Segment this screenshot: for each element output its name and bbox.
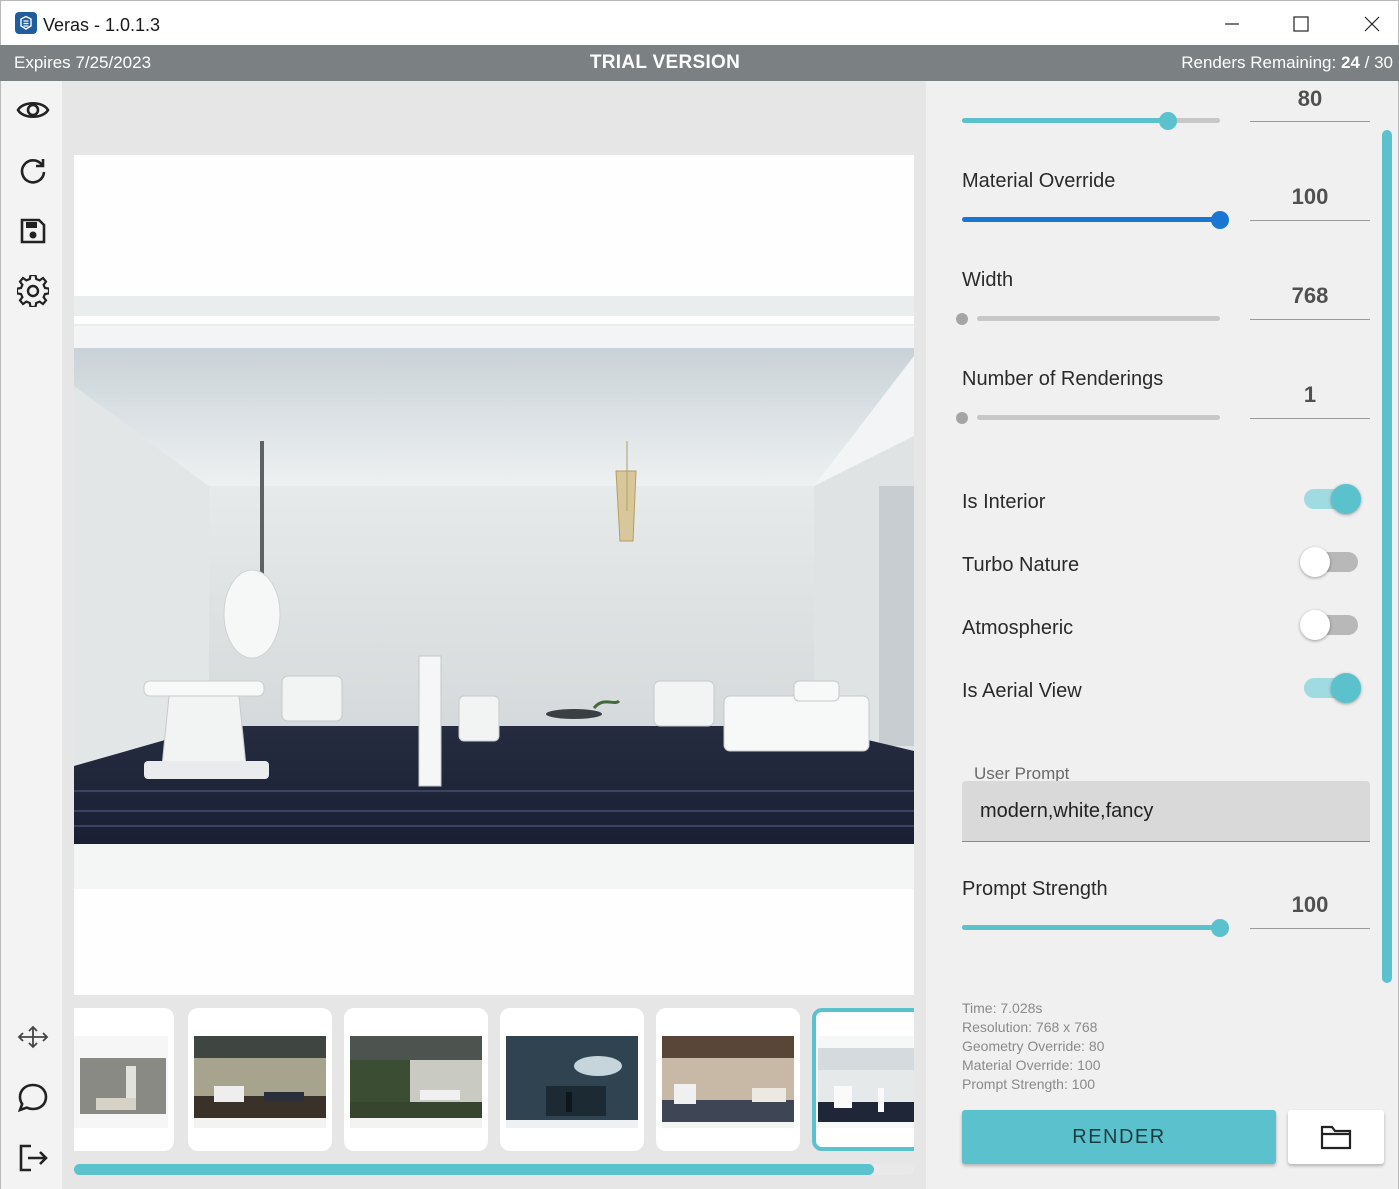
logout-icon [19, 1144, 48, 1172]
num-renderings-handle[interactable] [956, 412, 968, 424]
num-renderings-track[interactable] [977, 415, 1220, 420]
maximize-icon [1293, 15, 1309, 32]
width-value[interactable]: 768 [1250, 283, 1370, 309]
horizontal-scrollbar-thumb[interactable] [74, 1164, 874, 1175]
eye-icon [16, 101, 50, 119]
toggle-label-turbo-nature: Turbo Nature [962, 554, 1080, 576]
trial-banner: Expires 7/25/2023 TRIAL VERSION Renders … [0, 45, 1399, 81]
toggle-label-atmospheric: Atmospheric [962, 617, 1074, 639]
window-title: Veras - 1.0.1.3 [43, 15, 161, 35]
vertical-scrollbar[interactable] [1382, 130, 1392, 983]
num-renderings-value[interactable]: 1 [1250, 382, 1370, 408]
geometry-override-value[interactable]: 80 [1250, 86, 1370, 112]
renders-separator: / [1364, 53, 1370, 72]
render-button[interactable]: RENDER [962, 1110, 1276, 1164]
atmospheric-toggle-knob[interactable] [1300, 610, 1330, 640]
material-override-fill [962, 217, 1220, 222]
logout-button[interactable] [15, 1140, 51, 1176]
stat-time: Time: 7.028s [962, 1000, 1043, 1016]
left-sidebar [0, 81, 62, 1189]
rendered-interior-image [74, 296, 914, 889]
stat-resolution: Resolution: 768 x 768 [962, 1019, 1098, 1035]
gear-icon [17, 275, 49, 307]
num-renderings-underline [1250, 418, 1370, 419]
renders-remaining: Renders Remaining: 24 / 30 [1181, 53, 1393, 73]
save-icon [20, 218, 46, 244]
view-button[interactable] [15, 92, 51, 128]
minimize-icon [1225, 22, 1239, 25]
chat-icon [17, 1083, 48, 1113]
refresh-icon [20, 159, 46, 184]
chat-button[interactable] [15, 1080, 51, 1116]
render-preview[interactable] [74, 155, 914, 995]
is-interior-toggle-knob[interactable] [1331, 484, 1361, 514]
thumbnail-image [350, 1036, 482, 1128]
thumbnail-3[interactable] [344, 1008, 488, 1151]
thumbnail-2[interactable] [188, 1008, 332, 1151]
move-button[interactable] [15, 1019, 51, 1055]
folder-icon [1320, 1125, 1352, 1150]
open-folder-button[interactable] [1288, 1110, 1384, 1164]
maximize-button[interactable] [1266, 1, 1336, 46]
stat-material-override: Material Override: 100 [962, 1057, 1101, 1073]
thumbnail-image [194, 1036, 326, 1128]
renders-total: 30 [1374, 53, 1393, 72]
renders-remaining-label: Renders Remaining: [1181, 53, 1337, 72]
material-override-underline [1250, 220, 1370, 221]
width-label: Width [962, 269, 1014, 291]
thumbnail-image [506, 1036, 638, 1128]
geometry-override-underline [1250, 121, 1370, 122]
toggle-label-is-interior: Is Interior [962, 491, 1046, 513]
width-underline [1250, 319, 1370, 320]
window-titlebar: Veras - 1.0.1.3 [0, 0, 1399, 45]
prompt-strength-value[interactable]: 100 [1250, 892, 1370, 918]
thumbnail-5[interactable] [656, 1008, 800, 1151]
user-prompt-value: modern,white,fancy [980, 800, 1154, 822]
width-track[interactable] [977, 316, 1220, 321]
prompt-strength-fill [962, 925, 1220, 930]
thumbnail-image [74, 1036, 168, 1128]
turbo-nature-toggle-knob[interactable] [1300, 547, 1330, 577]
prompt-strength-underline [1250, 928, 1370, 929]
thumbnail-4[interactable] [500, 1008, 644, 1151]
material-override-handle[interactable] [1211, 211, 1229, 229]
render-history-strip [74, 1008, 914, 1153]
minimize-button[interactable] [1197, 1, 1267, 46]
material-override-value[interactable]: 100 [1250, 184, 1370, 210]
material-override-label: Material Override [962, 170, 1116, 192]
geometry-override-fill [962, 118, 1168, 123]
user-prompt-input[interactable]: modern,white,fancy [962, 781, 1370, 842]
stat-prompt-strength: Prompt Strength: 100 [962, 1076, 1096, 1092]
save-button[interactable] [15, 213, 51, 249]
app-logo-icon [15, 12, 37, 34]
geometry-override-handle[interactable] [1159, 112, 1177, 130]
thumbnail-6-selected[interactable] [812, 1008, 914, 1151]
renders-used: 24 [1340, 53, 1360, 72]
thumbnail-image [818, 1036, 914, 1128]
stat-geometry-override: Geometry Override: 80 [962, 1038, 1105, 1054]
is-aerial-view-toggle-knob[interactable] [1331, 673, 1361, 703]
close-icon [1364, 16, 1380, 31]
settings-button[interactable] [15, 273, 51, 309]
move-icon [17, 1025, 49, 1049]
render-stats: Time: 7.028s Resolution: 768 x 768 Geome… [962, 999, 1104, 1094]
refresh-button[interactable] [15, 153, 51, 189]
width-handle[interactable] [956, 313, 968, 325]
prompt-strength-handle[interactable] [1211, 919, 1229, 937]
thumbnail-1[interactable] [74, 1008, 174, 1151]
trial-version-title: TRIAL VERSION [589, 52, 741, 73]
prompt-strength-label: Prompt Strength [962, 878, 1108, 900]
render-preview-panel [62, 81, 926, 1189]
num-renderings-label: Number of Renderings [962, 368, 1164, 390]
close-button[interactable] [1337, 1, 1399, 46]
toggle-label-is-aerial-view: Is Aerial View [962, 680, 1082, 702]
thumbnail-image [662, 1036, 794, 1128]
